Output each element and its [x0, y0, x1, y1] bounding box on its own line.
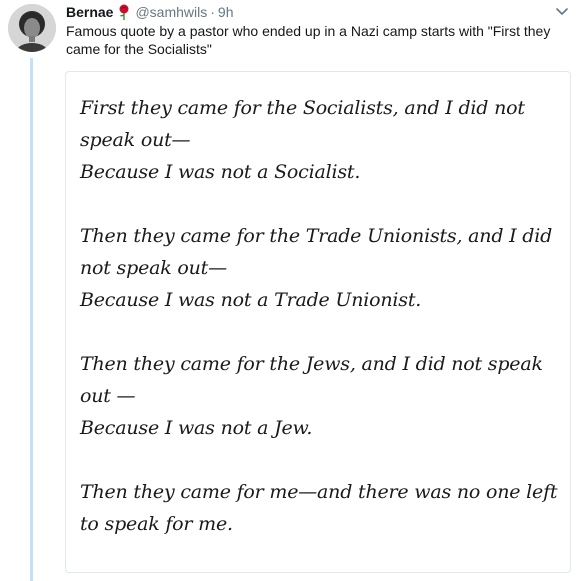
stanza: First they came for the Socialists, and … [80, 92, 564, 188]
quote-image-card[interactable]: First they came for the Socialists, and … [65, 71, 571, 573]
poem-line: Then they came for the Trade Unionists, … [80, 225, 553, 279]
tweet[interactable]: Bernae @samhwils · 9h Famous quote by a … [0, 0, 579, 581]
poem-text: First they came for the Socialists, and … [80, 92, 564, 540]
chevron-down-icon[interactable] [553, 4, 571, 20]
separator: · [210, 4, 215, 20]
avatar[interactable] [8, 4, 56, 52]
stanza: Then they came for the Trade Unionists, … [80, 220, 564, 316]
poem-line: First they came for the Socialists, and … [80, 97, 525, 151]
avatar-photo [8, 4, 56, 52]
thread-line [30, 58, 33, 581]
poem-line: Because I was not a Socialist. [80, 161, 361, 183]
tweet-header: Bernae @samhwils · 9h [66, 3, 234, 21]
stanza: Then they came for me—and there was no o… [80, 476, 564, 540]
stanza: Then they came for the Jews, and I did n… [80, 348, 564, 444]
timestamp[interactable]: 9h [218, 3, 234, 21]
user-handle[interactable]: @samhwils [135, 3, 207, 21]
display-name[interactable]: Bernae [66, 3, 113, 21]
poem-line: Because I was not a Trade Unionist. [80, 289, 422, 311]
rose-icon [118, 4, 130, 21]
poem-line: Then they came for me—and there was no o… [80, 481, 558, 535]
poem-line: Because I was not a Jew. [80, 417, 313, 439]
tweet-text: Famous quote by a pastor who ended up in… [66, 23, 551, 57]
poem-line: Then they came for the Jews, and I did n… [80, 353, 543, 407]
